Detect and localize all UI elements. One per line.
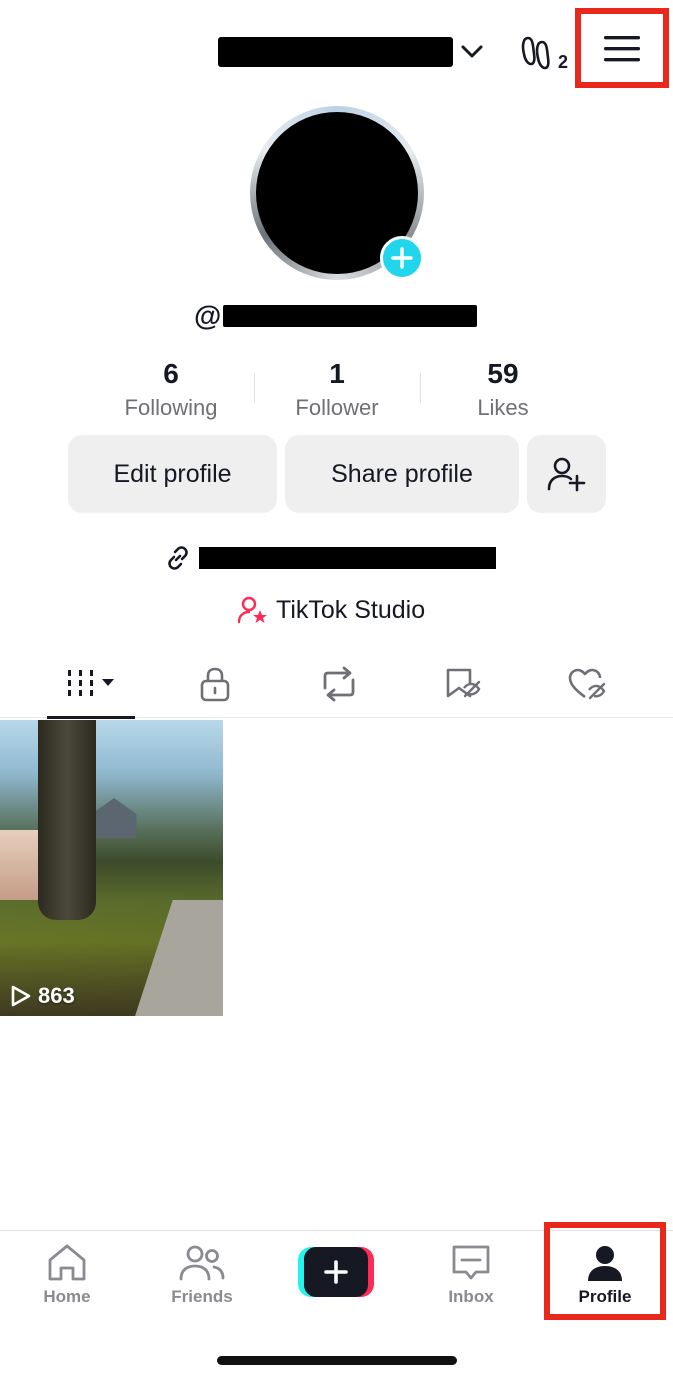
- bio-link[interactable]: [165, 540, 496, 576]
- stat-followers[interactable]: 1 Follower: [254, 355, 420, 425]
- edit-profile-button[interactable]: Edit profile: [68, 435, 277, 513]
- profile-stats: 6 Following 1 Follower 59 Likes: [88, 355, 586, 425]
- link-redacted: [199, 547, 496, 569]
- content-tabs: [0, 650, 673, 719]
- home-icon: [48, 1244, 86, 1281]
- nav-friends-label: Friends: [171, 1287, 233, 1306]
- stat-following-label: Following: [124, 395, 218, 420]
- home-indicator: [217, 1356, 457, 1365]
- tab-reposts[interactable]: [277, 650, 401, 718]
- add-avatar-button[interactable]: [380, 236, 424, 280]
- highlight-profile: [544, 1222, 666, 1320]
- tab-liked[interactable]: [525, 650, 649, 718]
- nav-friends[interactable]: Friends: [147, 1241, 257, 1327]
- footprints-button[interactable]: 2: [520, 32, 572, 74]
- add-friend-button[interactable]: [527, 435, 606, 513]
- handle-at-symbol: @: [194, 300, 222, 331]
- nav-inbox-label: Inbox: [448, 1287, 494, 1306]
- tab-videos[interactable]: [29, 650, 153, 719]
- add-user-icon: [547, 457, 585, 492]
- heart-hidden-icon: [568, 668, 606, 700]
- stat-following[interactable]: 6 Following: [88, 355, 254, 425]
- lock-icon: [200, 667, 230, 702]
- grid-bars-icon: [68, 670, 114, 696]
- highlight-menu: [575, 8, 669, 88]
- stat-followers-value: 1: [329, 358, 345, 389]
- plus-icon: [391, 247, 413, 269]
- username-redacted: [218, 37, 453, 67]
- play-icon: [11, 985, 31, 1007]
- link-icon: [168, 546, 188, 570]
- create-button[interactable]: [298, 1247, 374, 1297]
- nav-home-label: Home: [43, 1287, 91, 1306]
- footprints-icon: 2: [521, 36, 568, 72]
- stat-likes-value: 59: [487, 358, 519, 389]
- tab-private[interactable]: [153, 650, 277, 718]
- repost-icon: [323, 666, 355, 702]
- stat-likes[interactable]: 59 Likes: [420, 355, 586, 425]
- account-switcher[interactable]: [218, 34, 487, 70]
- handle-redacted: [223, 305, 478, 327]
- handle: @: [194, 296, 478, 336]
- inbox-icon: [452, 1245, 490, 1280]
- plus-icon: [324, 1260, 348, 1284]
- share-profile-button[interactable]: Share profile: [285, 435, 519, 513]
- svg-text:2: 2: [558, 52, 568, 72]
- stat-likes-label: Likes: [477, 395, 529, 420]
- video-views-value: 863: [38, 983, 75, 1008]
- top-bar: 2: [0, 0, 673, 100]
- chevron-down-icon: [457, 37, 487, 67]
- video-view-count: 863: [10, 982, 75, 1010]
- nav-inbox[interactable]: Inbox: [416, 1241, 526, 1327]
- friends-icon: [179, 1245, 225, 1281]
- tiktok-studio-label: TikTok Studio: [276, 595, 426, 624]
- avatar[interactable]: [250, 106, 424, 280]
- creator-star-icon: [238, 596, 267, 624]
- nav-home[interactable]: Home: [12, 1241, 122, 1327]
- bookmark-hidden-icon: [446, 668, 481, 698]
- stat-following-value: 6: [163, 358, 179, 389]
- tiktok-studio-link[interactable]: TikTok Studio: [238, 590, 425, 630]
- stat-followers-label: Follower: [295, 395, 379, 420]
- tab-favorites[interactable]: [401, 650, 525, 718]
- video-thumbnail[interactable]: 863: [0, 720, 223, 1016]
